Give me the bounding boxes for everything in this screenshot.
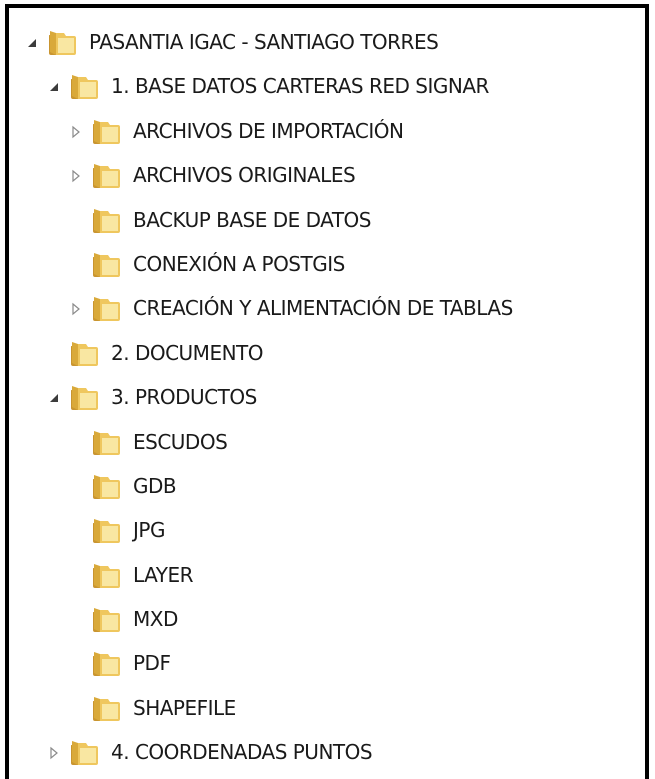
collapsed-arrow-icon[interactable] <box>69 301 83 317</box>
tree-item-creacion-tablas[interactable]: CREACIÓN Y ALIMENTACIÓN DE TABLAS <box>9 288 645 332</box>
tree-item-label: ARCHIVOS ORIGINALES <box>133 163 356 188</box>
tree-item-escudos[interactable]: ESCUDOS <box>9 422 645 466</box>
expanded-arrow-icon[interactable] <box>47 79 61 95</box>
folder-icon <box>91 649 121 677</box>
folder-icon <box>91 206 121 234</box>
tree-item-label: BACKUP BASE DE DATOS <box>133 207 371 232</box>
tree-item-coordenadas[interactable]: 4. COORDENADAS PUNTOS <box>9 732 645 776</box>
folder-icon <box>91 561 121 589</box>
folder-tree-panel: PASANTIA IGAC - SANTIAGO TORRES 1. BASE … <box>5 4 649 779</box>
tree-item-base-datos[interactable]: 1. BASE DATOS CARTERAS RED SIGNAR <box>9 66 645 110</box>
folder-icon <box>91 161 121 189</box>
tree-item-label: 1. BASE DATOS CARTERAS RED SIGNAR <box>111 74 489 99</box>
collapsed-arrow-icon[interactable] <box>69 168 83 184</box>
folder-icon <box>47 28 77 56</box>
expanded-arrow-icon[interactable] <box>25 35 39 51</box>
tree-item-label: 2. DOCUMENTO <box>111 340 264 365</box>
tree-item-backup-base-datos[interactable]: BACKUP BASE DE DATOS <box>9 200 645 244</box>
folder-icon <box>91 605 121 633</box>
folder-icon <box>91 294 121 322</box>
tree-item-label: ARCHIVOS DE IMPORTACIÓN <box>133 118 404 143</box>
folder-icon <box>69 738 99 766</box>
tree-item-label: JPG <box>133 518 165 543</box>
tree-item-productos[interactable]: 3. PRODUCTOS <box>9 377 645 421</box>
folder-icon <box>91 117 121 145</box>
tree-item-gdb[interactable]: GDB <box>9 466 645 510</box>
tree-item-label: PDF <box>133 651 171 676</box>
tree-item-conexion-postgis[interactable]: CONEXIÓN A POSTGIS <box>9 244 645 288</box>
tree-item-layer[interactable]: LAYER <box>9 555 645 599</box>
folder-tree: PASANTIA IGAC - SANTIAGO TORRES 1. BASE … <box>9 22 645 777</box>
tree-item-label: SHAPEFILE <box>133 695 236 720</box>
tree-item-archivos-originales[interactable]: ARCHIVOS ORIGINALES <box>9 155 645 199</box>
tree-item-label: 3. PRODUCTOS <box>111 385 257 410</box>
folder-icon <box>69 339 99 367</box>
tree-item-label: ESCUDOS <box>133 429 228 454</box>
folder-icon <box>69 383 99 411</box>
tree-item-shapefile[interactable]: SHAPEFILE <box>9 688 645 732</box>
tree-item-mxd[interactable]: MXD <box>9 599 645 643</box>
tree-item-label: CONEXIÓN A POSTGIS <box>133 251 345 276</box>
tree-item-documento[interactable]: 2. DOCUMENTO <box>9 333 645 377</box>
folder-icon <box>91 516 121 544</box>
tree-item-pdf[interactable]: PDF <box>9 643 645 687</box>
tree-item-label: GDB <box>133 473 177 498</box>
tree-item-label: 4. COORDENADAS PUNTOS <box>111 740 373 765</box>
tree-item-archivos-importacion[interactable]: ARCHIVOS DE IMPORTACIÓN <box>9 111 645 155</box>
folder-icon <box>91 472 121 500</box>
tree-item-label: LAYER <box>133 562 193 587</box>
folder-icon <box>91 250 121 278</box>
expanded-arrow-icon[interactable] <box>47 390 61 406</box>
folder-icon <box>91 428 121 456</box>
collapsed-arrow-icon[interactable] <box>47 745 61 761</box>
folder-icon <box>91 694 121 722</box>
folder-icon <box>69 72 99 100</box>
tree-item-label: MXD <box>133 607 178 632</box>
tree-item-label: PASANTIA IGAC - SANTIAGO TORRES <box>89 30 439 54</box>
tree-item-label: CREACIÓN Y ALIMENTACIÓN DE TABLAS <box>133 296 513 321</box>
collapsed-arrow-icon[interactable] <box>69 124 83 140</box>
tree-item-jpg[interactable]: JPG <box>9 510 645 554</box>
tree-item-root[interactable]: PASANTIA IGAC - SANTIAGO TORRES <box>9 22 645 66</box>
